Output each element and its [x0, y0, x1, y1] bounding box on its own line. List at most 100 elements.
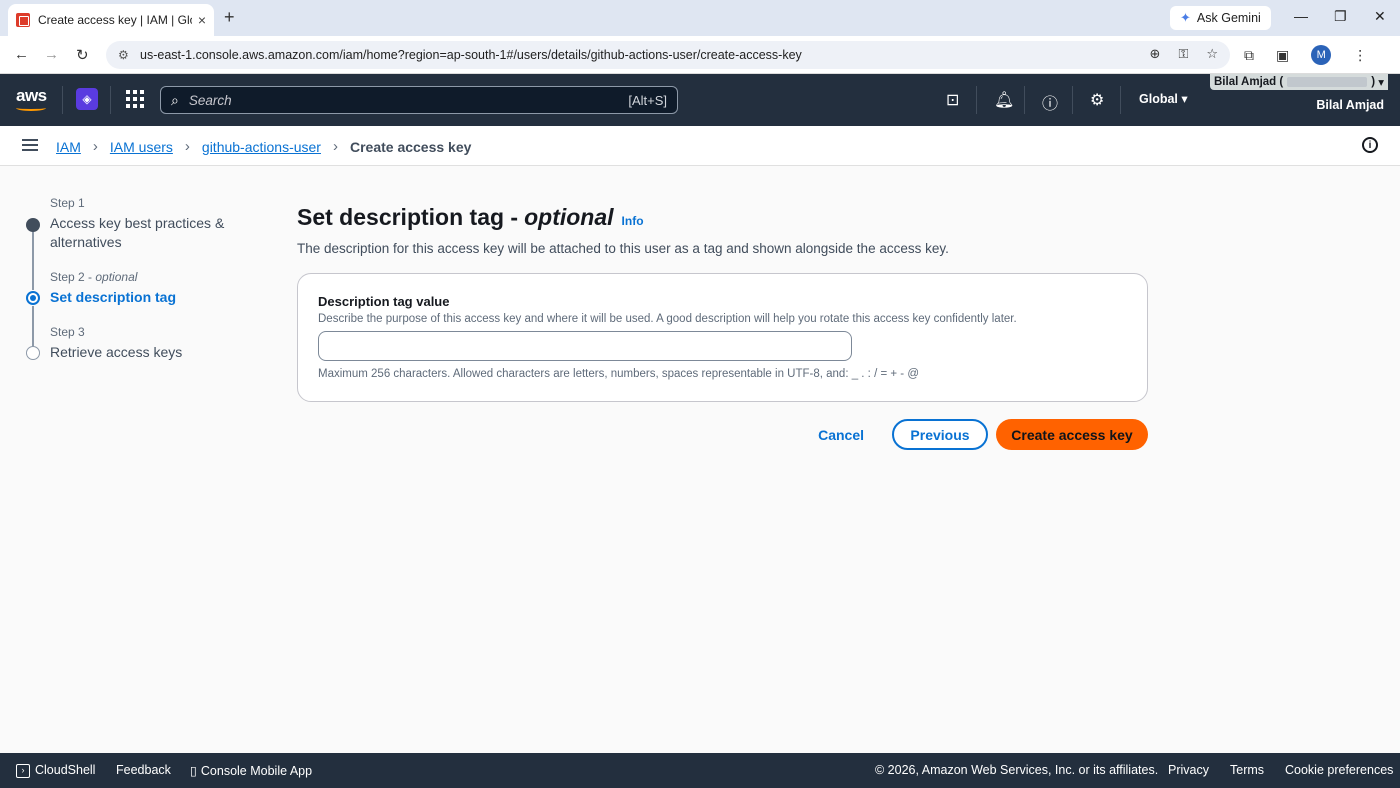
zoom-icon[interactable]: ⊕: [1150, 46, 1161, 62]
step-number: Step 1: [50, 196, 85, 210]
new-tab-button[interactable]: +: [224, 8, 235, 26]
nav-divider: [1120, 86, 1121, 114]
console-footer: › CloudShell Feedback ▯ Console Mobile App…: [0, 753, 1400, 788]
browser-menu-icon[interactable]: ⋮: [1353, 47, 1367, 64]
page-title-optional: optional: [524, 204, 614, 230]
step-number: Step 2 - optional: [50, 270, 138, 284]
step-number-text: Step 2: [50, 270, 85, 284]
search-placeholder: Search: [188, 92, 232, 108]
tab-title: Create access key | IAM | Global: [38, 13, 192, 27]
nav-divider: [976, 86, 977, 114]
info-link[interactable]: Info: [622, 214, 644, 228]
create-access-key-button[interactable]: Create access key: [996, 419, 1148, 450]
wizard-steps: Step 1 Access key best practices & alter…: [24, 196, 254, 380]
account-dropdown-icon: ▾: [1378, 77, 1384, 89]
gemini-sparkle-icon: ✦: [1180, 10, 1191, 25]
nav-divider: [62, 86, 63, 114]
password-key-icon[interactable]: ⚿: [1178, 46, 1188, 62]
step-title: Retrieve access keys: [50, 344, 183, 360]
ask-gemini-label: Ask Gemini: [1196, 11, 1261, 25]
field-label: Description tag value: [318, 294, 450, 309]
copyright-text: © 2026, Amazon Web Services, Inc. or its…: [875, 763, 1159, 777]
step-title: Access key best practices & alternatives: [50, 215, 225, 250]
previous-button[interactable]: Previous: [892, 419, 988, 450]
bookmark-star-icon[interactable]: ☆: [1206, 46, 1218, 62]
privacy-link[interactable]: Privacy: [1168, 763, 1209, 777]
page-title-text: Set description tag -: [297, 204, 519, 230]
wizard-step-1[interactable]: Step 1 Access key best practices & alter…: [24, 196, 254, 252]
aws-logo[interactable]: aws: [16, 86, 47, 106]
aws-smile-icon: [16, 105, 46, 111]
aws-search-input[interactable]: ⌕ Search [Alt+S]: [160, 86, 678, 114]
page-description: The description for this access key will…: [297, 241, 949, 256]
nav-divider: [1024, 86, 1025, 114]
aws-top-nav: aws ◈ ⌕ Search [Alt+S] ⊡ 🔔︎ ⓘ ⚙ Global ▾…: [0, 74, 1400, 126]
profile-avatar[interactable]: M: [1311, 45, 1332, 65]
url-omnibox[interactable]: ⚙ us-east-1.console.aws.amazon.com/iam/h…: [106, 41, 1230, 69]
browser-tab-bar: Create access key | IAM | Global × + ✦ A…: [0, 0, 1400, 36]
services-grid-icon[interactable]: [126, 90, 144, 108]
account-menu[interactable]: Bilal Amjad ( ) ▾ Bilal Amjad: [1210, 74, 1388, 112]
terms-link[interactable]: Terms: [1230, 763, 1264, 777]
step-complete-icon: [26, 218, 40, 232]
breadcrumb-user[interactable]: github-actions-user: [202, 139, 321, 155]
region-label: Global: [1139, 92, 1178, 106]
chevron-right-icon: ›: [184, 138, 190, 155]
restore-window-icon[interactable]: ❐: [1334, 8, 1347, 25]
side-nav-menu-icon[interactable]: [22, 139, 38, 151]
aws-favicon-icon: [16, 13, 30, 27]
back-arrow-icon[interactable]: ←: [14, 46, 29, 63]
mobile-app-label: Console Mobile App: [200, 764, 313, 778]
url-text: us-east-1.console.aws.amazon.com/iam/hom…: [140, 48, 802, 62]
account-name: Bilal Amjad: [1316, 98, 1384, 112]
wizard-actions: Cancel Previous Create access key: [818, 419, 1148, 450]
amazon-q-icon[interactable]: ◈: [76, 88, 98, 110]
minimize-window-icon[interactable]: —: [1294, 8, 1308, 24]
breadcrumb-current: Create access key: [349, 138, 472, 155]
nav-divider: [110, 86, 111, 114]
forward-arrow-icon[interactable]: →: [44, 46, 59, 63]
cloudshell-footer-icon: ›: [16, 763, 30, 778]
tab-close-icon[interactable]: ×: [198, 12, 206, 28]
help-question-icon[interactable]: ⓘ: [1042, 90, 1058, 114]
chevron-right-icon: ›: [332, 138, 338, 155]
tab-search-icon[interactable]: ▣: [1276, 47, 1289, 64]
step-number: Step 3: [50, 325, 85, 339]
browser-address-bar: ← → ↻ ⚙ us-east-1.console.aws.amazon.com…: [0, 36, 1400, 74]
info-panel-icon[interactable]: i: [1362, 137, 1378, 153]
reload-icon[interactable]: ↻: [76, 46, 89, 64]
nav-divider: [1072, 86, 1073, 114]
notifications-bell-icon[interactable]: 🔔︎: [994, 90, 1014, 110]
close-window-icon[interactable]: ✕: [1374, 8, 1386, 25]
console-mobile-app-link[interactable]: ▯ Console Mobile App: [190, 763, 312, 778]
field-description: Describe the purpose of this access key …: [318, 313, 1017, 325]
wizard-step-3: Step 3 Retrieve access keys: [24, 325, 254, 362]
breadcrumb-bar: IAM › IAM users › github-actions-user › …: [0, 126, 1400, 166]
wizard-step-2[interactable]: Step 2 - optional Set description tag: [24, 270, 254, 307]
description-tag-input[interactable]: [318, 331, 852, 361]
region-selector[interactable]: Global ▾: [1139, 91, 1188, 106]
description-tag-panel: Description tag value Describe the purpo…: [297, 273, 1148, 402]
page-title: Set description tag - optional Info: [297, 204, 1148, 231]
extensions-puzzle-icon[interactable]: ⧉: [1244, 47, 1254, 64]
search-icon: ⌕: [171, 91, 179, 108]
cloudshell-icon[interactable]: ⊡: [946, 90, 959, 110]
redacted-account-id: [1287, 77, 1368, 87]
site-info-icon[interactable]: ⚙: [118, 48, 132, 62]
breadcrumb-iam-users[interactable]: IAM users: [110, 139, 173, 155]
browser-tab-active[interactable]: Create access key | IAM | Global ×: [8, 4, 214, 36]
step-optional-label: optional: [95, 270, 138, 284]
field-constraint: Maximum 256 characters. Allowed characte…: [318, 368, 919, 380]
account-top-suffix: ): [1371, 76, 1376, 88]
cancel-button[interactable]: Cancel: [818, 427, 864, 443]
cookie-preferences-link[interactable]: Cookie preferences: [1285, 763, 1393, 777]
step-pending-icon: [26, 346, 40, 360]
breadcrumb-iam[interactable]: IAM: [56, 139, 81, 155]
cloudshell-link[interactable]: › CloudShell: [16, 763, 95, 778]
feedback-link[interactable]: Feedback: [116, 763, 171, 777]
ask-gemini-button[interactable]: ✦ Ask Gemini: [1170, 6, 1271, 30]
settings-gear-icon[interactable]: ⚙: [1090, 90, 1104, 110]
account-id-bar: Bilal Amjad ( ) ▾: [1210, 74, 1388, 90]
breadcrumb: IAM › IAM users › github-actions-user › …: [56, 138, 471, 155]
main-content: Set description tag - optional Info The …: [297, 204, 1148, 450]
